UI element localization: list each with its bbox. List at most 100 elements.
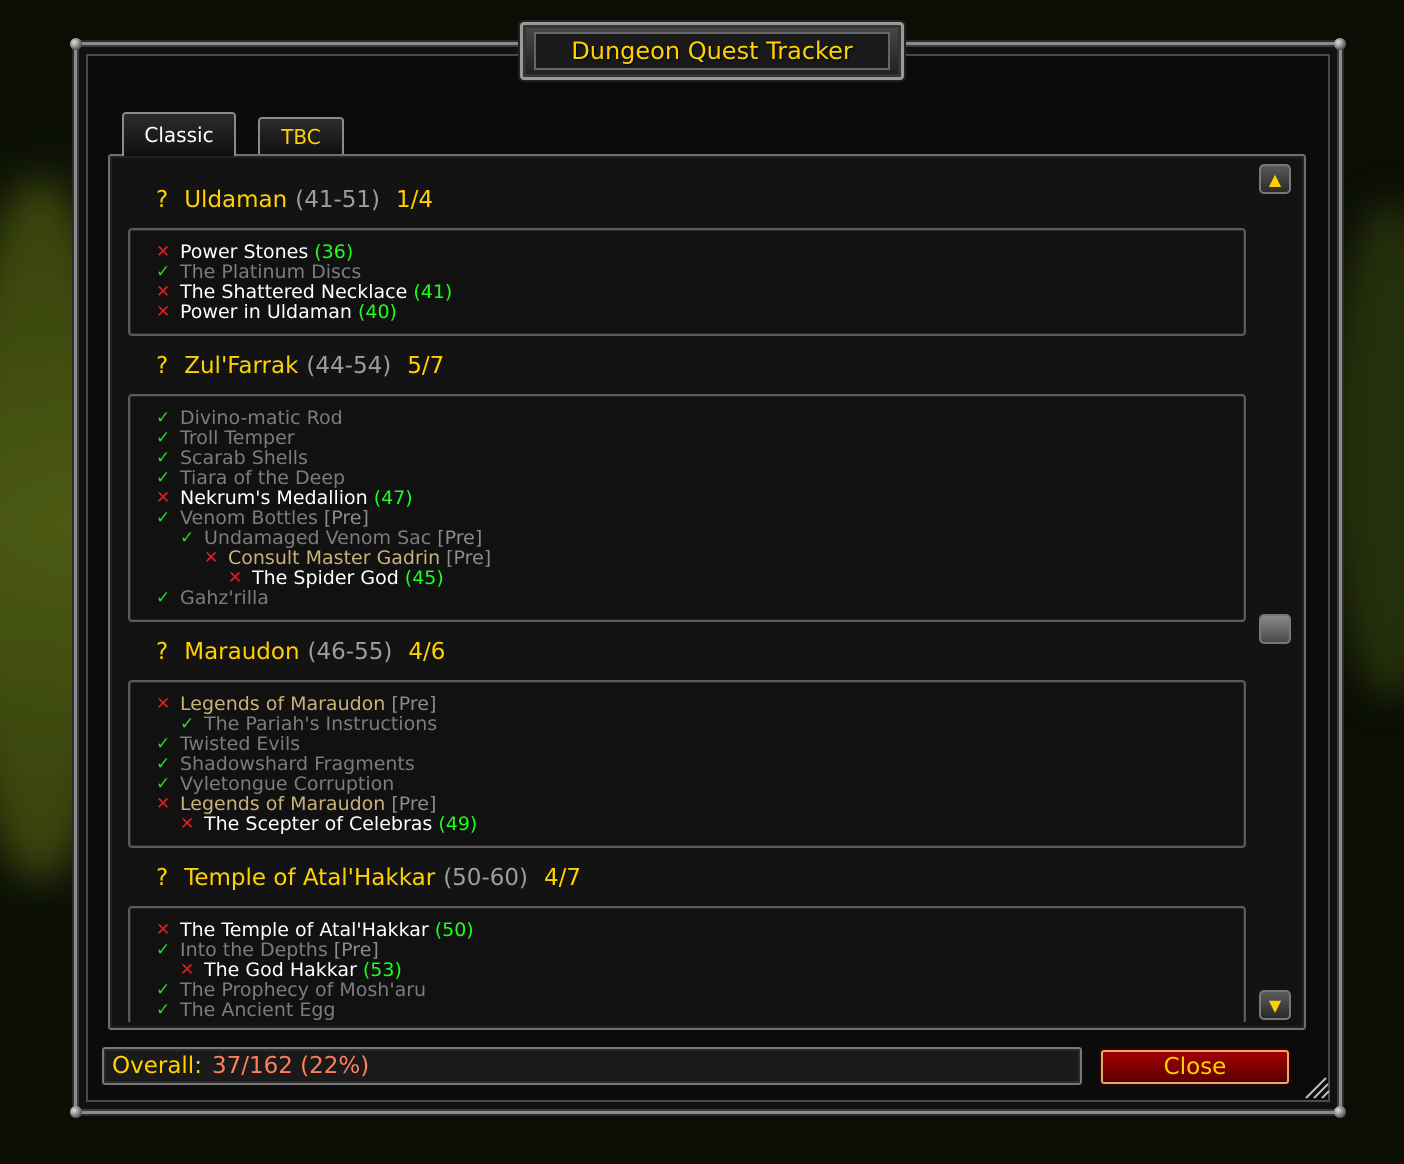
check-icon: ✓ [156, 1020, 180, 1022]
dungeon-progress: 1/4 [396, 187, 434, 213]
scroll-thumb[interactable] [1259, 614, 1291, 644]
quest-row[interactable]: ✕ Power in Uldaman (40) [156, 302, 397, 322]
frame-stud [70, 1106, 82, 1118]
quest-row[interactable]: ✓ Tiara of the Deep [156, 468, 345, 488]
quest-row[interactable]: ✓ Divino-matic Rod [156, 408, 343, 428]
cross-icon: ✕ [204, 548, 219, 568]
dungeon-name: Maraudon [184, 639, 300, 665]
cross-icon: ✕ [156, 794, 171, 814]
scroll-up-button[interactable]: ▲ [1259, 164, 1291, 194]
quest-level: (41) [413, 281, 453, 303]
tab-classic[interactable]: Classic [122, 112, 236, 156]
dungeon-level-range: (46-55) [307, 639, 393, 665]
quest-name: Nekrum's Medallion [180, 487, 368, 509]
dungeon-header[interactable]: ? Uldaman (41-51) 1/4 [156, 184, 433, 216]
quest-row[interactable]: ✕ Nekrum's Medallion (47) [156, 488, 413, 508]
scroll-down-button[interactable]: ▼ [1259, 990, 1291, 1020]
quest-level: (47) [373, 487, 413, 509]
quest-name: Tiara of the Deep [180, 467, 346, 489]
dungeon-header[interactable]: ? Temple of Atal'Hakkar (50-60) 4/7 [156, 862, 581, 894]
quest-row[interactable]: ✓ The Pariah's Instructions [180, 714, 437, 734]
question-icon: ? [156, 639, 169, 665]
check-icon: ✓ [156, 262, 171, 282]
prerequisite-tag: [Pre] [333, 939, 379, 961]
dungeon-progress: 4/6 [408, 639, 446, 665]
quest-row[interactable]: ✓ Into the Depths [Pre] [156, 940, 379, 960]
check-icon: ✓ [156, 980, 171, 1000]
quest-name: Secret of the Circle [180, 1020, 362, 1022]
quest-row[interactable]: ✕ Consult Master Gadrin [Pre] [204, 548, 491, 568]
cross-icon: ✕ [156, 282, 171, 302]
quest-row[interactable]: ✓ The Platinum Discs [156, 262, 361, 282]
quest-row[interactable]: ✕ Legends of Maraudon [Pre] [156, 794, 436, 814]
quest-row[interactable]: ✓ Vyletongue Corruption [156, 774, 394, 794]
quest-name: The Ancient Egg [180, 999, 336, 1021]
check-icon: ✓ [156, 588, 171, 608]
chevron-up-icon: ▲ [1268, 169, 1282, 189]
prerequisite-tag: [Pre] [446, 547, 492, 569]
prerequisite-tag: [Pre] [323, 507, 369, 529]
overall-label: Overall: [112, 1053, 202, 1079]
chevron-down-icon: ▼ [1268, 995, 1282, 1015]
dungeon-header[interactable]: ? Maraudon (46-55) 4/6 [156, 636, 445, 668]
cross-icon: ✕ [156, 920, 171, 940]
quest-row[interactable]: ✕ Power Stones (36) [156, 242, 353, 262]
quest-name: The Temple of Atal'Hakkar [180, 919, 429, 941]
quest-level: (53) [362, 959, 402, 981]
quest-row[interactable]: ✓ Shadowshard Fragments [156, 754, 415, 774]
quest-row[interactable]: ✓ The Ancient Egg [156, 1000, 336, 1020]
close-button[interactable]: Close [1101, 1050, 1289, 1084]
check-icon: ✓ [180, 714, 195, 734]
quest-row[interactable]: ✓ Gahz'rilla [156, 588, 269, 608]
quest-name: The Spider God [252, 567, 399, 589]
dungeon-name: Zul'Farrak [184, 353, 299, 379]
check-icon: ✓ [180, 528, 195, 548]
check-icon: ✓ [156, 428, 171, 448]
check-icon: ✓ [156, 754, 171, 774]
quest-name: Gahz'rilla [180, 587, 269, 609]
quest-row[interactable]: ✓ Venom Bottles [Pre] [156, 508, 369, 528]
quest-row[interactable]: ✓ Undamaged Venom Sac [Pre] [180, 528, 482, 548]
quest-name: Twisted Evils [180, 733, 301, 755]
check-icon: ✓ [156, 1000, 171, 1020]
quest-row[interactable]: ✕ The Scepter of Celebras (49) [180, 814, 477, 834]
quest-name: Venom Bottles [180, 507, 318, 529]
title-plate[interactable]: Dungeon Quest Tracker [520, 22, 904, 80]
quest-name: The Shattered Necklace [180, 281, 408, 303]
quest-row[interactable]: ✕ The Shattered Necklace (41) [156, 282, 452, 302]
resize-grip-icon[interactable] [1302, 1076, 1330, 1100]
frame-stud [70, 38, 82, 50]
tab-tbc[interactable]: TBC [258, 117, 344, 155]
quest-row[interactable]: ✕ Legends of Maraudon [Pre] [156, 694, 436, 714]
quest-row[interactable]: ✕ The God Hakkar (53) [180, 960, 402, 980]
cross-icon: ✕ [156, 302, 171, 322]
dungeon-name: Uldaman [184, 187, 288, 213]
quest-level: (36) [314, 241, 354, 263]
quest-row[interactable]: ✓ Scarab Shells [156, 448, 308, 468]
quest-row[interactable]: ✕ The Spider God (45) [228, 568, 444, 588]
quest-row[interactable]: ✓ Twisted Evils [156, 734, 300, 754]
quest-name: Power Stones [180, 241, 309, 263]
check-icon: ✓ [156, 734, 171, 754]
quest-name: The Prophecy of Mosh'aru [180, 979, 427, 1001]
quest-list: ? Uldaman (41-51) 1/4 ✕ Power Stones (36) ✓ The … [110, 156, 1260, 1022]
prerequisite-tag: [Pre] [391, 793, 437, 815]
frame-stud [1334, 1106, 1346, 1118]
quest-row[interactable]: ✓ Troll Temper [156, 428, 295, 448]
quest-row[interactable]: ✕ The Temple of Atal'Hakkar (50) [156, 920, 474, 940]
dungeon-header[interactable]: ? Zul'Farrak (44-54) 5/7 [156, 350, 444, 382]
dungeon-level-range: (50-60) [443, 865, 528, 891]
check-icon: ✓ [156, 940, 171, 960]
check-icon: ✓ [156, 448, 171, 468]
prerequisite-tag: [Pre] [437, 527, 483, 549]
quest-name: Vyletongue Corruption [180, 773, 395, 795]
quest-name: The Platinum Discs [180, 261, 362, 283]
check-icon: ✓ [156, 408, 171, 428]
quest-name: Consult Master Gadrin [228, 547, 441, 569]
quest-row[interactable]: ✓ The Prophecy of Mosh'aru [156, 980, 426, 1000]
question-icon: ? [156, 865, 169, 891]
check-icon: ✓ [156, 774, 171, 794]
quest-name: Scarab Shells [180, 447, 308, 469]
quest-row[interactable]: ✓Secret of the Circle [156, 1020, 362, 1022]
quest-list-panel[interactable]: ? Uldaman (41-51) 1/4 ✕ Power Stones (36) ✓ The … [108, 154, 1306, 1030]
